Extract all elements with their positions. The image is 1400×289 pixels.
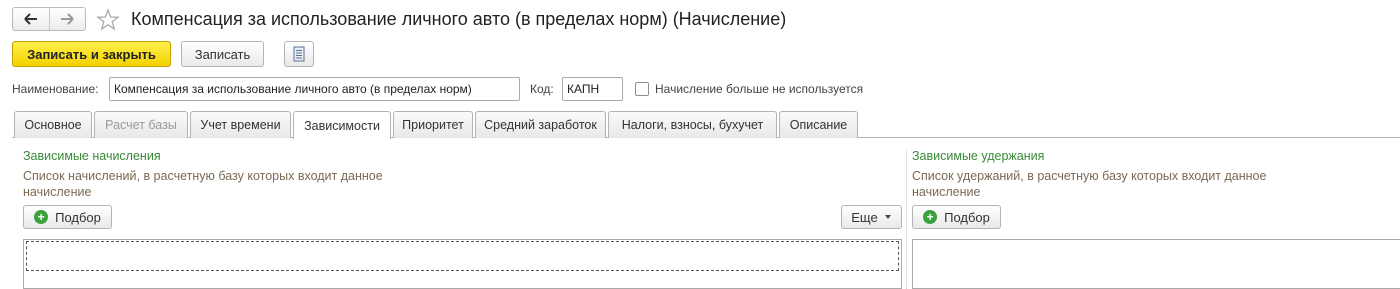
plus-circle-icon: + <box>34 210 49 224</box>
pick-accruals-label: Подбор <box>55 209 101 225</box>
not-used-label: Начисление больше не используется <box>655 82 864 96</box>
plus-circle-icon: + <box>923 210 938 224</box>
dependent-deductions-title: Зависимые удержания <box>912 149 1045 163</box>
pick-deductions-label: Подбор <box>944 209 990 225</box>
code-label: Код: <box>530 82 554 96</box>
tab-main[interactable]: Основное <box>14 111 92 138</box>
save-and-close-button[interactable]: Записать и закрыть <box>12 41 171 67</box>
triangle-down-icon <box>884 215 891 219</box>
pick-deductions-button[interactable]: + Подбор <box>912 205 1001 229</box>
dependent-accruals-hint-line2: начисление <box>23 185 92 199</box>
dependent-accruals-hint-line1: Список начислений, в расчетную базу кото… <box>23 169 383 183</box>
name-field[interactable]: Компенсация за использование личного авт… <box>109 77 520 101</box>
tab-base-calculation[interactable]: Расчет базы <box>94 111 188 138</box>
dependent-accruals-table[interactable] <box>23 239 902 289</box>
name-label: Наименование: <box>12 82 99 96</box>
window-title: Компенсация за использование личного авт… <box>131 9 787 29</box>
tab-taxes-contributions[interactable]: Налоги, взносы, бухучет <box>608 111 777 138</box>
dependent-accruals-title: Зависимые начисления <box>23 149 161 163</box>
more-button[interactable]: Еще <box>841 205 902 229</box>
table-row[interactable] <box>26 241 899 271</box>
tab-dependencies[interactable]: Зависимости <box>293 111 391 139</box>
arrow-left-icon <box>24 13 37 25</box>
tab-description[interactable]: Описание <box>779 111 858 138</box>
arrow-right-icon <box>61 13 74 25</box>
tab-average-earnings[interactable]: Средний заработок <box>475 111 606 138</box>
panel-divider <box>906 150 907 289</box>
dependent-deductions-table[interactable] <box>912 239 1400 289</box>
document-icon <box>293 46 305 62</box>
tab-priority[interactable]: Приоритет <box>393 111 473 138</box>
navigation-buttons <box>12 7 86 31</box>
pick-accruals-button[interactable]: + Подбор <box>23 205 112 229</box>
dependent-deductions-hint-line1: Список удержаний, в расчетную базу котор… <box>912 169 1267 183</box>
forward-button[interactable] <box>48 8 86 30</box>
not-used-checkbox[interactable] <box>635 82 649 96</box>
document-button[interactable] <box>284 41 314 67</box>
dependent-deductions-hint-line2: начисление <box>912 185 981 199</box>
back-button[interactable] <box>13 8 49 30</box>
code-field[interactable]: КАПН <box>562 77 623 101</box>
more-label: Еще <box>851 209 878 225</box>
favorite-button[interactable] <box>96 8 120 32</box>
tab-time-accounting[interactable]: Учет времени <box>190 111 291 138</box>
save-button[interactable]: Записать <box>181 41 264 67</box>
star-icon <box>96 8 120 31</box>
